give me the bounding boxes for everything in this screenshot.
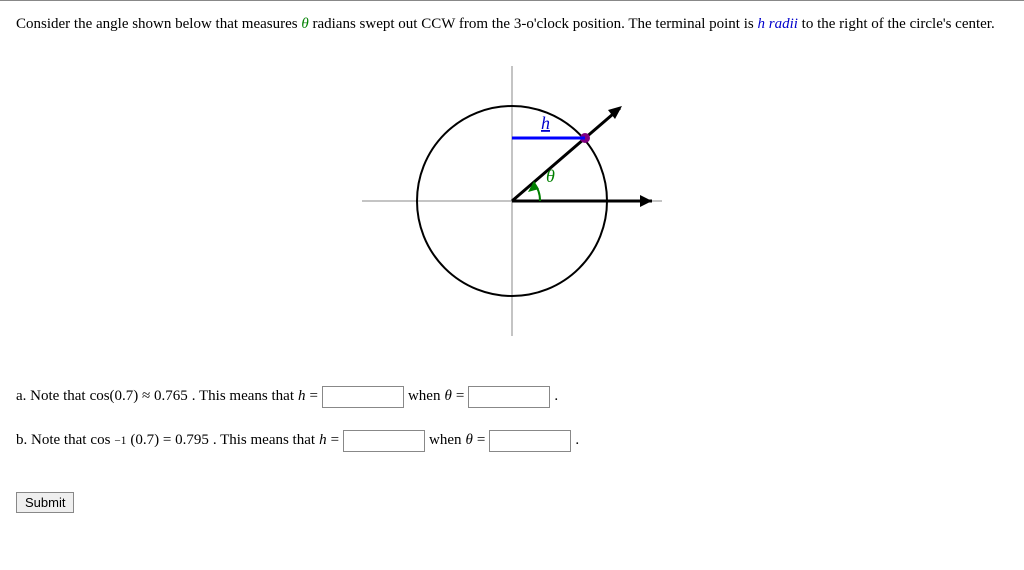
intro-part2: radians swept out CCW from the 3-o'clock… <box>309 16 758 32</box>
qb-theta-input[interactable] <box>489 430 571 452</box>
qa-theta-input[interactable] <box>468 386 550 408</box>
problem-intro: Consider the angle shown below that meas… <box>16 13 1008 36</box>
question-b: b. Note that cos−1(0.7) = 0.795 . This m… <box>16 430 1008 452</box>
qb-prefix: b. Note that <box>16 432 86 449</box>
qb-cos: cos <box>90 432 110 449</box>
qa-h: h <box>298 388 306 405</box>
qa-h-input[interactable] <box>322 386 404 408</box>
diagram-container: θ h <box>16 46 1008 361</box>
h-label: h <box>541 113 550 133</box>
qa-period: . <box>554 388 558 405</box>
questions-block: a. Note that cos(0.7) ≈ 0.765 . This mea… <box>16 386 1008 452</box>
qb-h: h <box>319 432 327 449</box>
question-a: a. Note that cos(0.7) ≈ 0.765 . This mea… <box>16 386 1008 408</box>
initial-ray-arrow <box>640 195 652 207</box>
qa-expr: cos(0.7) ≈ 0.765 <box>90 388 188 405</box>
qb-arg: (0.7) = 0.795 <box>130 432 208 449</box>
unit-circle-diagram: θ h <box>322 46 702 361</box>
intro-h-radii: h radii <box>757 16 797 32</box>
qb-eq: = <box>331 432 339 449</box>
qb-h-input[interactable] <box>343 430 425 452</box>
qb-theta: θ <box>466 432 473 449</box>
qb-means: . This means that <box>213 432 315 449</box>
qa-theta: θ <box>444 388 451 405</box>
theta-label: θ <box>546 166 555 186</box>
intro-part1: Consider the angle shown below that meas… <box>16 16 301 32</box>
intro-part3: to the right of the circle's center. <box>798 16 995 32</box>
qb-when: when <box>429 432 462 449</box>
submit-button[interactable]: Submit <box>16 492 74 513</box>
qa-eq: = <box>310 388 318 405</box>
qa-prefix: a. Note that <box>16 388 86 405</box>
qa-eq2: = <box>456 388 464 405</box>
qa-when: when <box>408 388 441 405</box>
diagram-svg: θ h <box>322 46 702 356</box>
qa-means: . This means that <box>192 388 294 405</box>
qb-period: . <box>575 432 579 449</box>
intro-theta: θ <box>301 16 308 32</box>
qb-eq2: = <box>477 432 485 449</box>
